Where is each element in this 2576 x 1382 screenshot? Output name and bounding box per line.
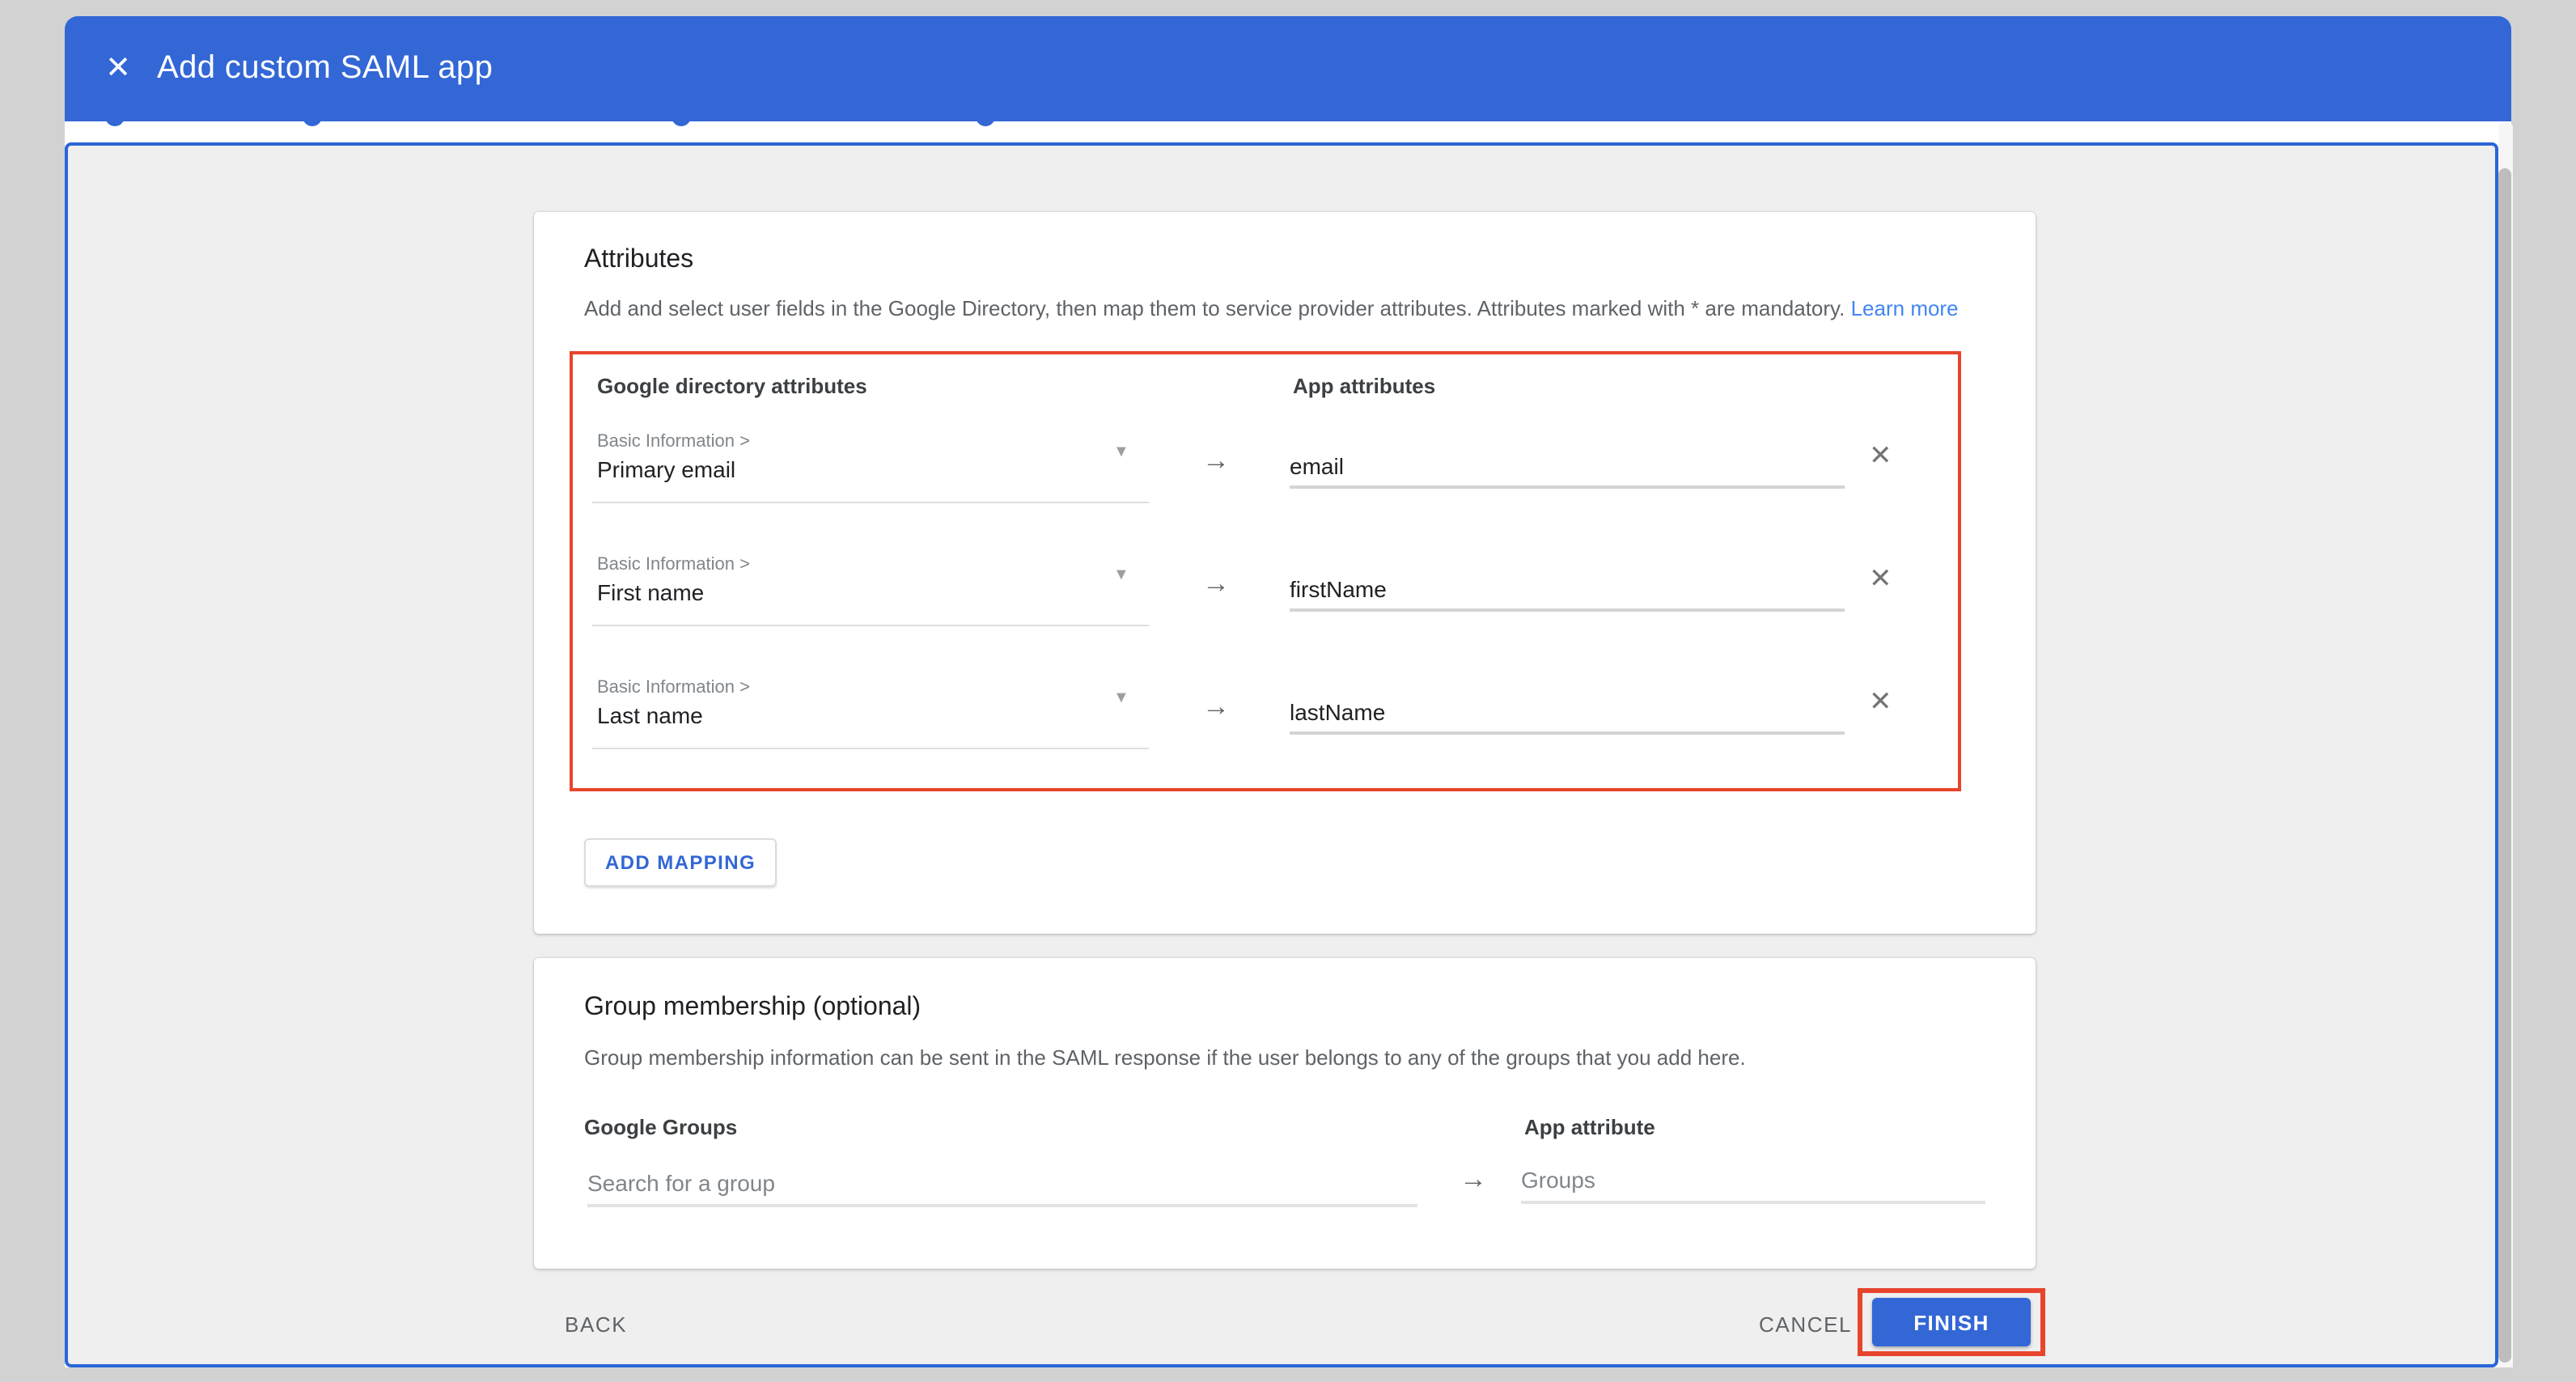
chevron-down-icon: ▼ [1113,566,1129,584]
cancel-button[interactable]: CANCEL [1759,1312,1852,1337]
select-underline [592,502,1149,503]
arrow-right-icon: → [1202,568,1230,600]
arrow-right-icon: → [1202,445,1230,477]
stepper-dot [303,107,322,126]
directory-category-label: Basic Information > [597,678,750,697]
app-attribute-input[interactable] [1290,693,1845,731]
mapping-row: Basic Information > First name ▼ → ✕ [573,555,1958,672]
groups-attribute-input[interactable] [1521,1159,1985,1204]
google-groups-label: Google Groups [584,1115,737,1139]
attributes-card-description: Add and select user fields in the Google… [584,296,1959,320]
input-underline [1290,731,1845,735]
scrollbar-thumb[interactable] [2498,168,2511,1363]
mapping-highlight-box: Google directory attributes App attribut… [570,351,1961,791]
directory-attribute-select[interactable]: Last name [597,702,703,728]
learn-more-link[interactable]: Learn more [1851,296,1959,320]
app-attribute-input[interactable] [1290,447,1845,485]
remove-mapping-icon[interactable]: ✕ [1869,686,1892,719]
stepper-dot [976,107,995,126]
arrow-right-icon: → [1460,1164,1487,1196]
stepper-dot [105,107,125,126]
attributes-card-title: Attributes [584,246,693,275]
app-attributes-column-header: App attributes [1293,374,1435,398]
remove-mapping-icon[interactable]: ✕ [1869,563,1892,596]
select-underline [592,625,1149,626]
add-mapping-button[interactable]: ADD MAPPING [584,838,777,887]
attributes-card: Attributes Add and select user fields in… [534,212,2036,934]
input-underline [1290,608,1845,612]
app-attribute-label: App attribute [1524,1115,1655,1139]
select-underline [592,748,1149,749]
directory-attribute-select[interactable]: Primary email [597,456,735,482]
stepper-dot [672,107,691,126]
directory-category-label: Basic Information > [597,555,750,574]
group-membership-card: Group membership (optional) Group member… [534,958,2036,1269]
mapping-row: Basic Information > Last name ▼ → ✕ [573,678,1958,795]
arrow-right-icon: → [1202,691,1230,723]
group-card-title: Group membership (optional) [584,994,921,1023]
group-search-input[interactable] [587,1162,1417,1207]
directory-category-label: Basic Information > [597,432,750,451]
app-attribute-input[interactable] [1290,570,1845,608]
close-icon[interactable]: ✕ [100,51,136,87]
dialog-header: ✕ Add custom SAML app [65,16,2511,121]
chevron-down-icon: ▼ [1113,689,1129,707]
input-underline [1290,485,1845,489]
finish-button[interactable]: FINISH [1872,1298,2031,1346]
dialog-title: Add custom SAML app [157,50,493,87]
directory-attribute-select[interactable]: First name [597,579,704,605]
mapping-row: Basic Information > Primary email ▼ → ✕ [573,432,1958,549]
attributes-description-text: Add and select user fields in the Google… [584,296,1845,320]
directory-attributes-column-header: Google directory attributes [597,374,867,398]
remove-mapping-icon[interactable]: ✕ [1869,440,1892,473]
page: ✕ Add custom SAML app Attributes Add and… [0,0,2576,1382]
group-card-description: Group membership information can be sent… [584,1045,1746,1070]
back-button[interactable]: BACK [565,1312,627,1337]
chevron-down-icon: ▼ [1113,443,1129,461]
finish-highlight-box: FINISH [1858,1288,2045,1356]
